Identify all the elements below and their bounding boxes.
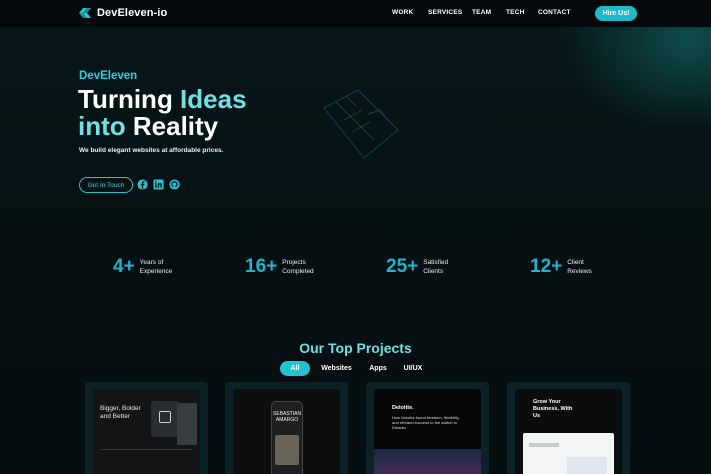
hero-title-accent: into bbox=[78, 111, 126, 141]
project-screenshot: SEBASTIAN AMARGO bbox=[233, 389, 340, 474]
project-card[interactable]: Bigger, Bolder and Better bbox=[85, 382, 208, 474]
filter-apps[interactable]: Apps bbox=[363, 361, 393, 376]
hero-tagline: We build elegant websites at affordable … bbox=[79, 147, 224, 154]
project-screenshot: Deloitte. How Deloitte found freedom, fl… bbox=[374, 389, 481, 474]
decorative-logo-outline bbox=[323, 89, 399, 159]
nav-work[interactable]: WORK bbox=[392, 9, 413, 16]
stat-label: Projects Completed bbox=[282, 259, 314, 275]
nav-contact[interactable]: CONTACT bbox=[538, 9, 571, 16]
stat-label: Years of Experience bbox=[139, 259, 173, 275]
stat-clients: 25+ Satisfied Clients bbox=[386, 256, 448, 278]
facebook-icon[interactable] bbox=[137, 179, 148, 190]
stat-label: Satisfied Clients bbox=[423, 259, 449, 275]
stat-number: 12+ bbox=[530, 256, 563, 277]
stat-number: 16+ bbox=[245, 256, 278, 277]
logo-icon bbox=[79, 8, 91, 18]
filter-uiux[interactable]: UI/UX bbox=[393, 361, 433, 376]
hero-brand-name: DevEleven bbox=[79, 70, 138, 82]
github-icon[interactable] bbox=[169, 179, 180, 190]
project-screenshot: Grow Your Business, With Us bbox=[515, 389, 622, 474]
nav-tech[interactable]: TECH bbox=[506, 9, 525, 16]
logo[interactable]: DevEleven-io bbox=[78, 6, 167, 20]
project-card[interactable]: SEBASTIAN AMARGO bbox=[225, 382, 348, 474]
project-subtext: How Deloitte found freedom, flexibility,… bbox=[392, 415, 460, 430]
filter-websites[interactable]: Websites bbox=[310, 361, 363, 376]
stat-years: 4+ Years of Experience bbox=[113, 256, 172, 278]
stat-number: 4+ bbox=[113, 256, 135, 277]
project-card[interactable]: Grow Your Business, With Us bbox=[507, 382, 630, 474]
stat-label: Client Reviews bbox=[567, 259, 592, 275]
get-in-touch-button[interactable]: Get In Touch bbox=[79, 177, 133, 193]
hero-title-part: Reality bbox=[125, 111, 219, 141]
projects-title: Our Top Projects bbox=[299, 340, 412, 356]
project-card[interactable]: Deloitte. How Deloitte found freedom, fl… bbox=[366, 382, 489, 474]
stat-number: 25+ bbox=[386, 256, 419, 277]
nav-team[interactable]: TEAM bbox=[472, 9, 491, 16]
nav-services[interactable]: SERVICES bbox=[428, 9, 462, 16]
filter-all[interactable]: All bbox=[280, 361, 310, 376]
project-heading: Deloitte. bbox=[392, 405, 414, 411]
stat-projects: 16+ Projects Completed bbox=[245, 256, 314, 278]
stat-reviews: 12+ Client Reviews bbox=[530, 256, 592, 278]
hero-title: Turning Ideas into Reality bbox=[78, 86, 247, 140]
site-header: DevEleven-io WORK SERVICES TEAM TECH CON… bbox=[0, 0, 711, 27]
project-screenshot: Bigger, Bolder and Better bbox=[93, 389, 200, 474]
project-filters: All Websites Apps UI/UX bbox=[280, 361, 433, 376]
project-heading: SEBASTIAN AMARGO bbox=[273, 411, 302, 423]
hero-title-accent: Ideas bbox=[180, 84, 247, 114]
project-heading: Grow Your Business, With Us bbox=[533, 399, 573, 419]
hire-us-button[interactable]: Hire Us! bbox=[595, 6, 637, 21]
hero-title-part: Turning bbox=[78, 84, 181, 114]
brand-name: DevEleven-io bbox=[97, 7, 168, 19]
linkedin-icon[interactable] bbox=[153, 179, 164, 190]
project-heading: Bigger, Bolder and Better bbox=[100, 405, 141, 420]
